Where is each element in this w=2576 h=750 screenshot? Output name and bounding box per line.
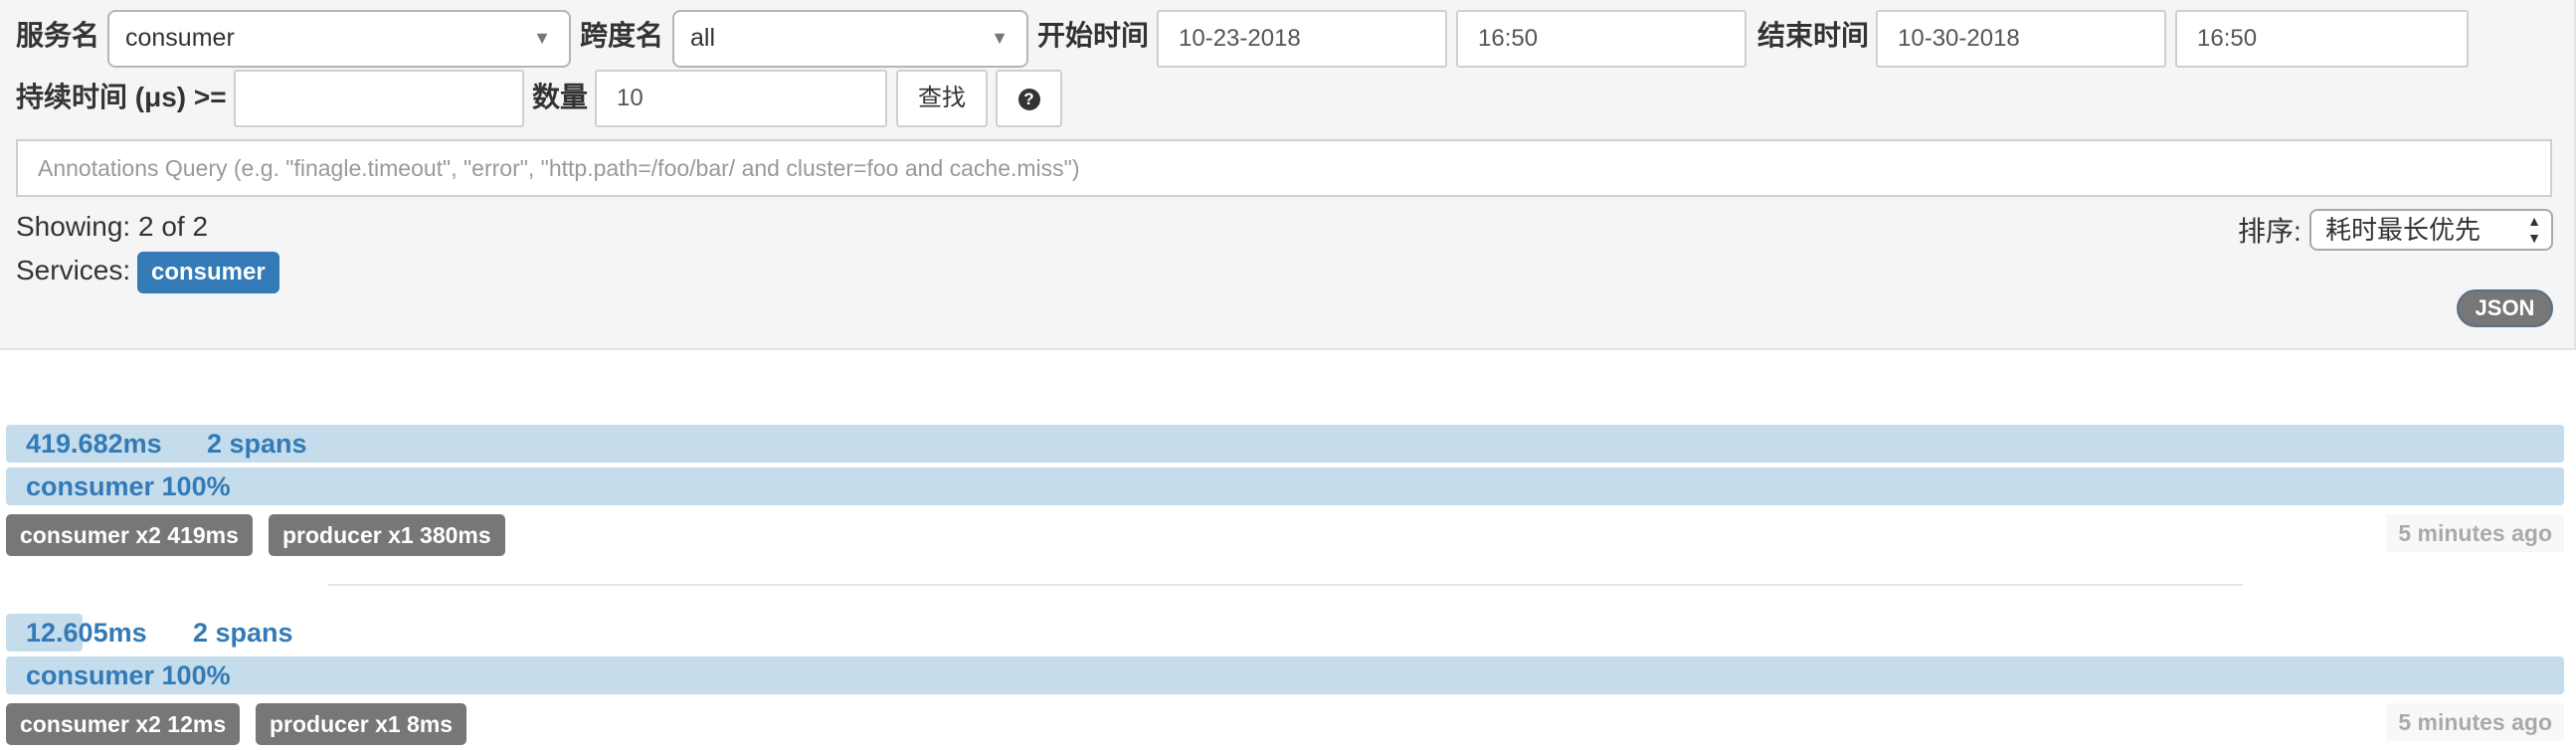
sort-label: 排序: — [2238, 216, 2301, 247]
trace-duration: 12.605ms — [26, 618, 147, 648]
service-duration-tag[interactable]: consumer x2 419ms — [6, 514, 253, 556]
service-duration-tag[interactable]: producer x1 8ms — [256, 703, 467, 745]
trace-timestamp: 5 minutes ago — [2386, 703, 2564, 741]
showing-count: Showing: 2 of 2 — [16, 211, 209, 242]
service-name-label: 服务名 — [16, 20, 100, 51]
sort-select[interactable]: 耗时最长优先 ▲ ▼ — [2309, 209, 2553, 251]
end-time-label: 结束时间 — [1757, 20, 1870, 51]
limit-label: 数量 — [532, 82, 589, 112]
service-badge[interactable]: consumer — [137, 252, 279, 293]
service-duration-tag[interactable]: producer x1 380ms — [269, 514, 505, 556]
services-label: Services: — [16, 255, 131, 285]
start-time-label: 开始时间 — [1037, 20, 1150, 51]
trace-span-count: 2 spans — [207, 429, 307, 459]
search-panel: 服务名 consumer ▼ 跨度名 all ▼ 开始时间 10-23-2018… — [0, 0, 2576, 350]
annotations-query-input[interactable]: Annotations Query (e.g. "finagle.timeout… — [16, 139, 2552, 197]
min-duration-input[interactable] — [234, 70, 524, 127]
trace-service-percent: consumer 100% — [26, 660, 231, 690]
trace-service-percent: consumer 100% — [26, 471, 231, 501]
span-name-select[interactable]: all ▼ — [672, 10, 1028, 68]
end-date-input[interactable]: 10-30-2018 — [1876, 10, 2166, 68]
trace-duration-bar: 419.682ms 2 spans — [6, 425, 2564, 463]
help-button[interactable]: ? — [996, 70, 1062, 127]
start-date-input[interactable]: 10-23-2018 — [1157, 10, 1447, 68]
trace-duration: 419.682ms — [26, 429, 162, 459]
service-duration-tag[interactable]: consumer x2 12ms — [6, 703, 241, 745]
find-button[interactable]: 查找 — [896, 70, 988, 127]
json-button[interactable]: JSON — [2457, 289, 2553, 327]
chevron-down-icon: ▼ — [533, 28, 551, 48]
trace-duration-bar: 12.605ms 2 spans — [6, 614, 2564, 652]
limit-input[interactable]: 10 — [595, 70, 887, 127]
trace-span-count: 2 spans — [193, 618, 293, 648]
span-name-label: 跨度名 — [580, 20, 664, 51]
end-time-input[interactable]: 16:50 — [2175, 10, 2469, 68]
service-name-value: consumer — [125, 24, 235, 52]
span-name-value: all — [690, 24, 716, 52]
start-time-input[interactable]: 16:50 — [1456, 10, 1747, 68]
trace-service-bar: consumer 100% — [6, 468, 2564, 505]
min-duration-label: 持续时间 (μs) >= — [16, 82, 227, 112]
trace-service-bar: consumer 100% — [6, 656, 2564, 694]
service-name-select[interactable]: consumer ▼ — [107, 10, 571, 68]
chevron-down-icon: ▼ — [991, 28, 1009, 48]
sort-value: 耗时最长优先 — [2325, 215, 2482, 245]
trace-timestamp: 5 minutes ago — [2386, 514, 2564, 552]
sort-arrows-icon: ▲ ▼ — [2527, 213, 2541, 246]
trace-divider — [328, 584, 2243, 586]
question-circle-icon: ? — [1017, 88, 1040, 110]
